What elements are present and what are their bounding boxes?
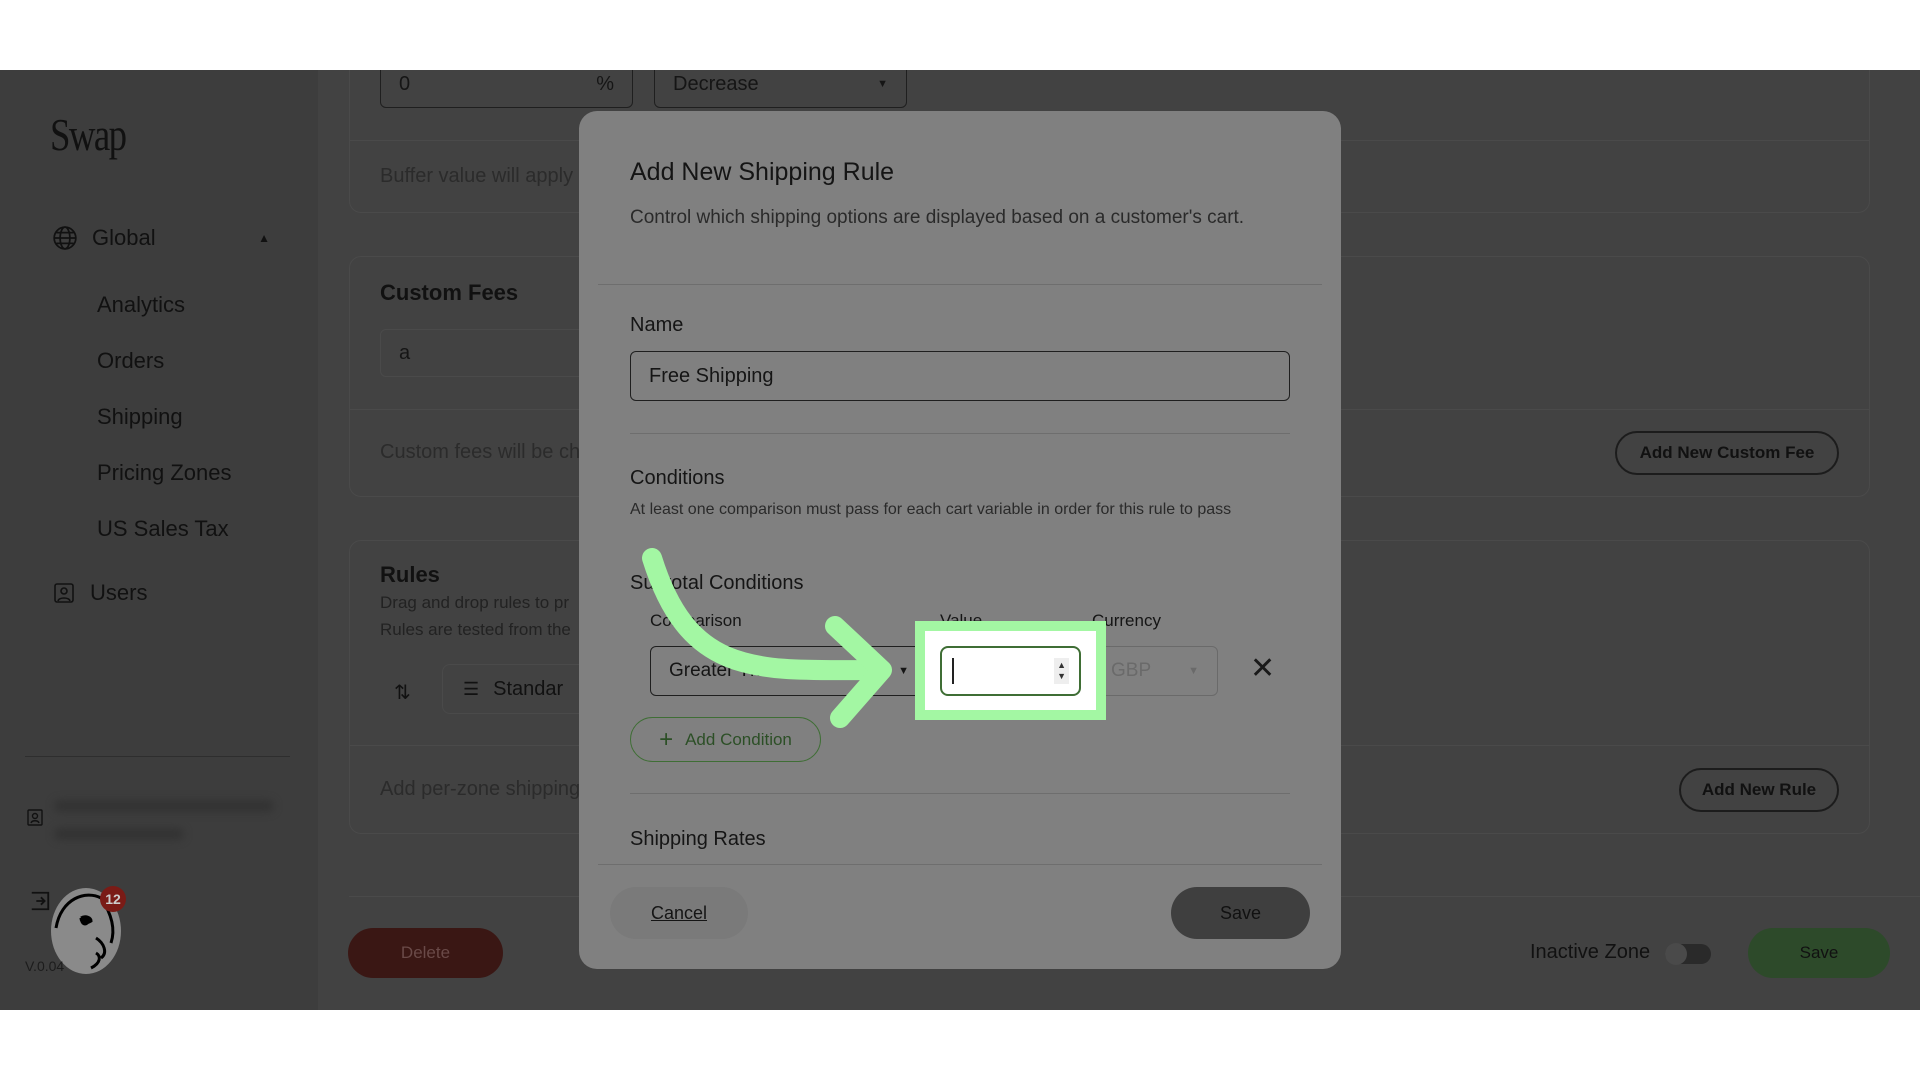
annotation-arrow-icon <box>642 548 892 728</box>
app-window: Swap Global ▲ Analytics Orders Shipping … <box>0 70 1920 1010</box>
